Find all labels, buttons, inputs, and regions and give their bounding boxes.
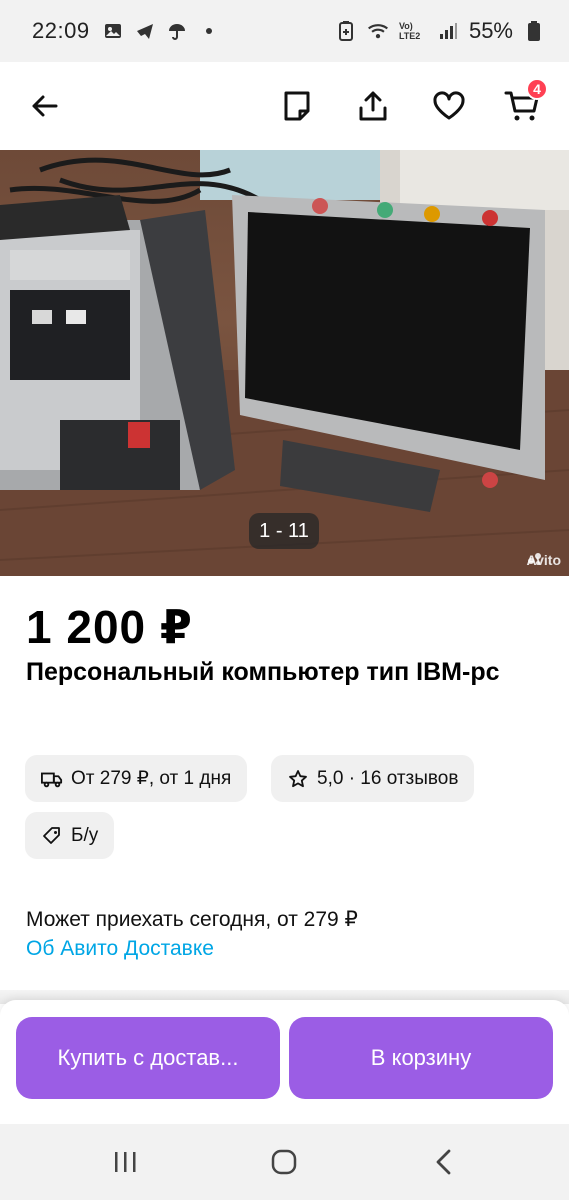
- avito-logo-icon: [527, 553, 541, 565]
- battery-percent: 55%: [468, 18, 513, 43]
- buy-with-delivery-button[interactable]: Купить с достав...: [16, 1017, 280, 1099]
- add-to-cart-button[interactable]: В корзину: [289, 1017, 553, 1099]
- rating-chip[interactable]: 5,0 · 16 отзывов: [271, 755, 475, 802]
- recent-apps-button[interactable]: [105, 1142, 145, 1182]
- tag-icon: [41, 825, 63, 847]
- volte-icon: Vo) LTE2: [398, 21, 421, 41]
- favorite-button[interactable]: [425, 82, 473, 130]
- condition-chip[interactable]: Б/у: [25, 812, 115, 859]
- home-icon: [271, 1149, 297, 1175]
- bottom-action-bar: Купить с достав... В корзину: [0, 1000, 569, 1124]
- status-time: 22:09: [32, 18, 90, 43]
- star-icon: [287, 768, 309, 790]
- listing-price: 1 200 ₽: [26, 601, 193, 653]
- delivery-chip-label: От 279 ₽, от 1 дня: [71, 768, 232, 789]
- battery-icon: [523, 20, 545, 42]
- truck-icon: [41, 768, 63, 790]
- system-back-icon: [436, 1149, 451, 1175]
- image-icon: [102, 20, 124, 42]
- note-button[interactable]: [273, 82, 321, 130]
- system-back-button[interactable]: [424, 1142, 464, 1182]
- share-button[interactable]: [349, 82, 397, 130]
- home-button[interactable]: [264, 1142, 304, 1182]
- note-icon: [284, 91, 310, 121]
- back-arrow-icon: [32, 95, 58, 117]
- heart-icon: [433, 91, 465, 120]
- app-toolbar: 4: [0, 62, 569, 150]
- umbrella-icon: [166, 20, 188, 42]
- share-icon: [359, 91, 387, 121]
- system-nav-bar: [0, 1124, 569, 1200]
- cart-button[interactable]: 4: [498, 78, 548, 130]
- dot-icon: [198, 20, 220, 42]
- recent-apps-icon: [115, 1152, 136, 1172]
- delivery-info-text: Может приехать сегодня, от 279 ₽: [26, 908, 358, 931]
- avito-watermark: Avito: [527, 552, 561, 568]
- battery-saver-icon: [335, 20, 357, 42]
- condition-chip-label: Б/у: [71, 824, 99, 846]
- back-button[interactable]: [20, 82, 68, 130]
- cart-count-badge: 4: [526, 78, 548, 100]
- rating-chip-label: 5,0 · 16 отзывов: [317, 767, 459, 789]
- about-delivery-link[interactable]: Об Авито Доставке: [26, 937, 214, 961]
- telegram-icon: [134, 20, 156, 42]
- signal-icon: [437, 20, 459, 42]
- delivery-chip[interactable]: От 279 ₽, от 1 дня: [25, 755, 248, 802]
- photo-counter: 1 - 11: [249, 513, 319, 549]
- wifi-icon: [367, 20, 389, 42]
- status-bar: 22:09 Vo) LTE2 55%: [0, 0, 569, 62]
- listing-title: Персональный компьютер тип IBM-pc: [26, 658, 500, 686]
